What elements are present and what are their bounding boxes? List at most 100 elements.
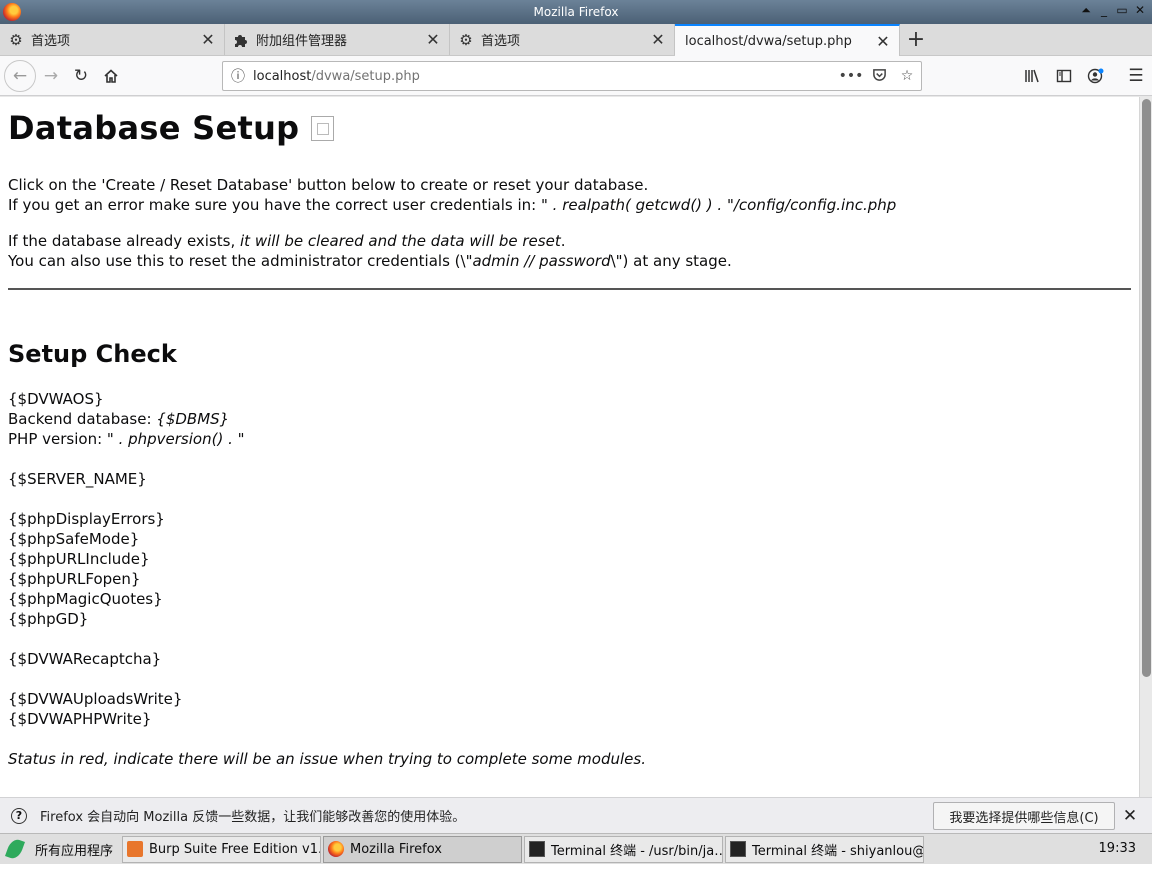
notification-bar: ? Firefox 会自动向 Mozilla 反馈一些数据，让我们能够改善您的使… bbox=[0, 797, 1152, 833]
task-firefox[interactable]: Mozilla Firefox bbox=[323, 835, 522, 863]
url-bar[interactable]: ⓘ localhost/dvwa/setup.php ••• ☆ bbox=[222, 61, 922, 91]
tab-strip: ⚙ 首选项 ✕ 附加组件管理器 ✕ ⚙ 首选项 ✕ localhost/dvwa… bbox=[0, 24, 1152, 56]
scrollbar-thumb[interactable] bbox=[1142, 99, 1151, 677]
close-notification-icon[interactable]: ✕ bbox=[1122, 806, 1138, 826]
window-title: Mozilla Firefox bbox=[533, 5, 619, 19]
desktop-strip bbox=[0, 864, 1152, 896]
site-info-icon[interactable]: ⓘ bbox=[223, 66, 253, 86]
page-content: Database Setup Click on the 'Create / Re… bbox=[0, 97, 1139, 797]
reload-button[interactable]: ↻ bbox=[66, 61, 96, 91]
page-actions-icon[interactable]: ••• bbox=[837, 68, 865, 84]
tab-label: 首选项 bbox=[481, 34, 521, 49]
task-terminal-1[interactable]: Terminal 终端 - /usr/bin/ja… bbox=[524, 835, 723, 863]
tab-addons-manager[interactable]: 附加组件管理器 ✕ bbox=[225, 24, 450, 55]
php-version-line: PHP version: " . phpversion() . " bbox=[8, 429, 1139, 449]
tab-preferences-1[interactable]: ⚙ 首选项 ✕ bbox=[0, 24, 225, 55]
window-titlebar: Mozilla Firefox ⏶ _ ▭ ✕ bbox=[0, 0, 1152, 24]
config-path: " . realpath( getcwd() ) . "/config/conf… bbox=[540, 196, 897, 214]
home-button[interactable] bbox=[96, 61, 126, 91]
burp-icon bbox=[127, 841, 143, 857]
toolbar-right: ☰ bbox=[1016, 61, 1152, 91]
admin-credentials: admin // password bbox=[472, 252, 611, 270]
pocket-icon[interactable] bbox=[865, 67, 893, 86]
help-question-icon: ? bbox=[11, 807, 27, 824]
php-check-item: {$phpMagicQuotes} bbox=[8, 590, 163, 608]
reset-line-1-suffix: . bbox=[560, 232, 566, 250]
leaf-logo-icon bbox=[5, 837, 25, 861]
taskbar: 所有应用程序 Burp Suite Free Edition v1.7… Moz… bbox=[0, 833, 1152, 864]
write-check-item: {$DVWAPHPWrite} bbox=[8, 710, 152, 728]
close-tab-icon[interactable]: ✕ bbox=[875, 32, 891, 51]
back-button[interactable]: ← bbox=[4, 59, 36, 92]
terminal-icon bbox=[529, 841, 545, 857]
close-tab-icon[interactable]: ✕ bbox=[425, 30, 441, 49]
window-controls: ⏶ _ ▭ ✕ bbox=[1080, 3, 1146, 18]
choose-data-button[interactable]: 我要选择提供哪些信息(C) bbox=[933, 802, 1115, 830]
status-note: Status in red, indicate there will be an… bbox=[8, 750, 646, 768]
tab-label: localhost/dvwa/setup.php bbox=[685, 33, 852, 49]
task-label: Terminal 终端 - /usr/bin/ja… bbox=[551, 843, 723, 859]
divider bbox=[8, 288, 1131, 290]
vertical-scrollbar[interactable] bbox=[1139, 97, 1152, 797]
recaptcha-value: {$DVWARecaptcha} bbox=[8, 650, 162, 668]
intro-paragraph: Click on the 'Create / Reset Database' b… bbox=[8, 175, 1139, 215]
forward-button[interactable]: → bbox=[36, 61, 66, 91]
tab-label: 首选项 bbox=[31, 34, 71, 49]
page-title-text: Database Setup bbox=[8, 109, 300, 147]
account-icon[interactable] bbox=[1080, 61, 1112, 91]
reset-line-1-prefix: If the database already exists, bbox=[8, 232, 241, 250]
task-burp-suite[interactable]: Burp Suite Free Edition v1.7… bbox=[122, 835, 321, 863]
php-check-item: {$phpURLInclude} bbox=[8, 550, 150, 568]
bookmark-star-icon[interactable]: ☆ bbox=[893, 68, 921, 84]
php-check-item: {$phpDisplayErrors} bbox=[8, 510, 165, 528]
close-tab-icon[interactable]: ✕ bbox=[200, 30, 216, 49]
gear-icon: ⚙ bbox=[9, 30, 23, 49]
maximize-window-button[interactable]: ▭ bbox=[1116, 3, 1128, 18]
applications-menu-label: 所有应用程序 bbox=[35, 843, 114, 859]
tab-label: 附加组件管理器 bbox=[256, 34, 348, 49]
library-icon[interactable] bbox=[1016, 61, 1048, 91]
terminal-icon bbox=[730, 841, 746, 857]
sidebar-icon[interactable] bbox=[1048, 61, 1080, 91]
minimize-window-button[interactable]: _ bbox=[1098, 3, 1110, 18]
page-title: Database Setup bbox=[8, 106, 1139, 150]
backend-database-line: Backend database: {$DBMS} bbox=[8, 409, 1139, 429]
task-terminal-2[interactable]: Terminal 终端 - shiyanlou@f… bbox=[725, 835, 924, 863]
url-host: localhost bbox=[253, 68, 312, 84]
close-tab-icon[interactable]: ✕ bbox=[650, 30, 666, 49]
gear-icon: ⚙ bbox=[459, 30, 473, 49]
applications-menu-button[interactable]: 所有应用程序 bbox=[0, 835, 122, 864]
setup-check-heading: Setup Check bbox=[8, 340, 177, 368]
tab-preferences-2[interactable]: ⚙ 首选项 ✕ bbox=[450, 24, 675, 55]
notification-message: Firefox 会自动向 Mozilla 反馈一些数据，让我们能够改善您的使用体… bbox=[40, 810, 466, 825]
close-window-button[interactable]: ✕ bbox=[1134, 3, 1146, 18]
url-path: /dvwa/setup.php bbox=[311, 68, 420, 84]
clock: 19:33 bbox=[1098, 841, 1136, 856]
task-label: Mozilla Firefox bbox=[350, 841, 442, 857]
tab-dvwa-setup[interactable]: localhost/dvwa/setup.php ✕ bbox=[675, 24, 900, 56]
puzzle-icon bbox=[233, 32, 249, 48]
intro-line-2-prefix: If you get an error make sure you have t… bbox=[8, 196, 541, 214]
backend-label: Backend database: bbox=[8, 410, 157, 428]
setup-check-list: {$DVWAOS} Backend database: {$DBMS} PHP … bbox=[8, 389, 1139, 729]
navigation-toolbar: ← → ↻ ⓘ localhost/dvwa/setup.php ••• ☆ ☰ bbox=[0, 56, 1152, 96]
task-label: Burp Suite Free Edition v1.7… bbox=[149, 841, 320, 857]
reset-warning: it will be cleared and the data will be … bbox=[240, 232, 561, 250]
php-value: " . phpversion() . " bbox=[106, 430, 245, 448]
intro-line-1: Click on the 'Create / Reset Database' b… bbox=[8, 176, 649, 194]
reset-paragraph: If the database already exists, it will … bbox=[8, 231, 1139, 271]
menu-hamburger-icon[interactable]: ☰ bbox=[1120, 61, 1152, 91]
backend-value: {$DBMS} bbox=[156, 410, 230, 428]
url-text[interactable]: localhost/dvwa/setup.php bbox=[253, 69, 837, 84]
broken-image-icon bbox=[311, 115, 335, 141]
shade-window-button[interactable]: ⏶ bbox=[1080, 3, 1092, 18]
php-check-item: {$phpGD} bbox=[8, 610, 89, 628]
task-label: Terminal 终端 - shiyanlou@f… bbox=[752, 843, 924, 859]
write-check-item: {$DVWAUploadsWrite} bbox=[8, 690, 183, 708]
reset-line-2-prefix: You can also use this to reset the admin… bbox=[8, 252, 473, 270]
firefox-icon bbox=[328, 841, 344, 857]
new-tab-button[interactable]: + bbox=[900, 24, 932, 55]
php-check-item: {$phpURLFopen} bbox=[8, 570, 141, 588]
php-label: PHP version: bbox=[8, 430, 107, 448]
php-check-item: {$phpSafeMode} bbox=[8, 530, 140, 548]
